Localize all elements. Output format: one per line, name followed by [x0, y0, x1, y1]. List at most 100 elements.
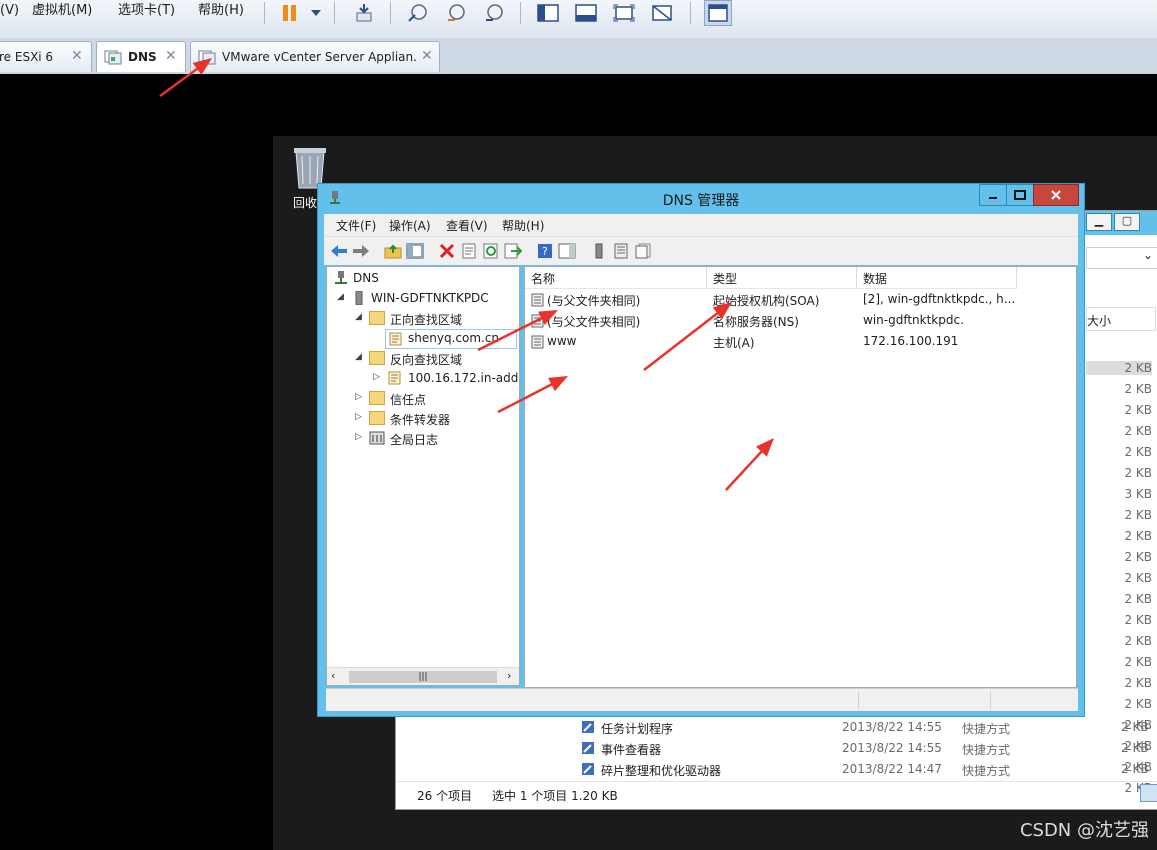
snapshot-manager-icon[interactable]	[482, 2, 506, 24]
vm-icon	[198, 49, 216, 68]
snapshot-icon[interactable]	[406, 2, 430, 24]
list-item[interactable]: 碎片整理和优化驱动器 2013/8/22 14:47 快捷方式 2 KB	[396, 759, 1157, 780]
record-icon	[531, 335, 545, 352]
chevron-down-icon[interactable]	[304, 2, 328, 24]
show-library-icon[interactable]	[536, 2, 560, 24]
tab-dns[interactable]: DNS ✕	[96, 41, 186, 72]
details-view-icon[interactable]	[1140, 784, 1157, 802]
size-cell: 2 KB	[1124, 382, 1152, 396]
size-cell: 2 KB	[1124, 634, 1152, 648]
size-cell: 2 KB	[1124, 676, 1152, 690]
refresh-icon[interactable]	[482, 243, 500, 259]
minimize-icon[interactable]	[979, 184, 1007, 206]
maximize-icon[interactable]	[1006, 184, 1034, 206]
size-cell: 2 KB	[1124, 403, 1152, 417]
size-cell: 2 KB	[1124, 655, 1152, 669]
scroll-left-icon[interactable]: ‹	[331, 669, 335, 682]
size-cell: 2 KB	[1124, 445, 1152, 459]
shortcut-icon	[581, 720, 595, 737]
size-cell: 2 KB	[1124, 424, 1152, 438]
revert-snapshot-icon[interactable]	[444, 2, 468, 24]
menu-file[interactable]: 文件(F)	[336, 217, 376, 234]
folder-icon	[369, 351, 385, 365]
dns-menubar: 文件(F) 操作(A) 查看(V) 帮助(H)	[324, 214, 1078, 236]
record-icon	[531, 314, 545, 331]
thumbnail-bar-icon[interactable]	[574, 2, 598, 24]
collapse-icon[interactable]: ◢	[355, 312, 365, 322]
folder-icon	[369, 391, 385, 405]
dns-status-bar	[326, 688, 1078, 711]
table-row[interactable]: (与父文件夹相同) 起始授权机构(SOA) [2], win-gdftnktkp…	[525, 289, 1076, 310]
horizontal-scrollbar[interactable]: ‹ ||| ›	[327, 667, 519, 685]
expand-icon[interactable]: ▷	[355, 392, 365, 402]
tree-node-zone[interactable]: shenyq.com.cn	[385, 329, 517, 349]
minimize-icon[interactable]: ▁	[1086, 213, 1112, 231]
expand-icon[interactable]: ▷	[355, 432, 365, 442]
send-keys-icon[interactable]	[352, 2, 376, 24]
expand-icon[interactable]: ▷	[355, 412, 365, 422]
column-data[interactable]: 数据	[857, 267, 1017, 289]
close-icon[interactable]: ✕	[165, 48, 177, 64]
record-icon[interactable]	[612, 243, 630, 259]
server-icon[interactable]	[590, 243, 608, 259]
maximize-icon[interactable]: ▢	[1114, 213, 1140, 231]
dns-toolbar: ?	[324, 236, 1078, 265]
back-icon[interactable]	[330, 243, 348, 259]
table-row[interactable]: www 主机(A) 172.16.100.191	[525, 331, 1076, 352]
close-icon[interactable]	[1033, 184, 1079, 206]
menu-view[interactable]: (V)	[0, 0, 19, 22]
vmware-tabbar: re ESXi 6 ✕ DNS ✕ VMware vCenter Server …	[0, 38, 1157, 74]
dns-icon	[333, 271, 349, 285]
records-icon[interactable]	[634, 243, 652, 259]
delete-icon[interactable]	[438, 243, 456, 259]
scrollbar-thumb[interactable]: |||	[349, 671, 497, 683]
forward-icon[interactable]	[352, 243, 370, 259]
table-row[interactable]: (与父文件夹相同) 名称服务器(NS) win-gdftnktkpdc.	[525, 310, 1076, 331]
size-cell: 2 KB	[1124, 592, 1152, 606]
vm-icon	[104, 49, 122, 68]
help-icon[interactable]: ?	[536, 243, 554, 259]
tab-vcenter[interactable]: VMware vCenter Server Applian... ✕	[190, 41, 440, 72]
menu-help[interactable]: 帮助(H)	[198, 0, 244, 22]
tab-esxi[interactable]: re ESXi 6 ✕	[0, 41, 92, 72]
expand-icon[interactable]: ▷	[373, 372, 383, 382]
folder-icon	[369, 311, 385, 325]
size-cell: 2 KB	[1124, 550, 1152, 564]
column-type[interactable]: 类型	[707, 267, 857, 289]
collapse-icon[interactable]: ◢	[355, 352, 365, 362]
menu-tabs[interactable]: 选项卡(T)	[118, 0, 175, 22]
menu-view[interactable]: 查看(V)	[446, 217, 488, 234]
record-icon	[531, 293, 545, 310]
column-name[interactable]: 名称	[525, 267, 707, 289]
menu-help[interactable]: 帮助(H)	[502, 217, 544, 234]
unity-icon[interactable]	[650, 2, 674, 24]
action-pane-icon[interactable]	[558, 243, 576, 259]
chevron-down-icon[interactable]: ⌄	[1086, 247, 1157, 269]
list-item[interactable]: 任务计划程序 2013/8/22 14:55 快捷方式 2 KB	[396, 717, 1157, 738]
size-cell: 2 KB	[1124, 529, 1152, 543]
list-item[interactable]: 事件查看器 2013/8/22 14:55 快捷方式 2 KB	[396, 738, 1157, 759]
event-log-icon	[369, 431, 385, 445]
properties-icon[interactable]	[460, 243, 478, 259]
size-cell: 3 KB	[1124, 487, 1152, 501]
up-folder-icon[interactable]	[384, 243, 402, 259]
zone-icon	[387, 371, 403, 385]
zone-icon	[388, 332, 404, 346]
column-size[interactable]: 大小	[1086, 307, 1156, 331]
size-cell: 2 KB	[1124, 466, 1152, 480]
export-list-icon[interactable]	[504, 243, 523, 259]
size-cell: 2 KB	[1124, 697, 1152, 711]
collapse-icon[interactable]: ◢	[337, 292, 347, 302]
fullscreen-icon[interactable]	[612, 2, 636, 24]
show-console-tree-icon[interactable]	[406, 243, 424, 259]
menu-action[interactable]: 操作(A)	[389, 217, 431, 234]
console-view-icon[interactable]	[704, 0, 732, 26]
pause-icon[interactable]	[278, 2, 302, 24]
status-bar: 26 个项目 选中 1 个项目 1.20 KB	[396, 781, 1157, 806]
menu-vm[interactable]: 虚拟机(M)	[32, 0, 92, 22]
scroll-right-icon[interactable]: ›	[507, 669, 511, 682]
close-icon[interactable]: ✕	[71, 48, 83, 64]
size-cell: 2 KB	[1086, 361, 1152, 375]
size-cell: 2 KB	[1124, 508, 1152, 522]
close-icon[interactable]: ✕	[421, 48, 433, 64]
